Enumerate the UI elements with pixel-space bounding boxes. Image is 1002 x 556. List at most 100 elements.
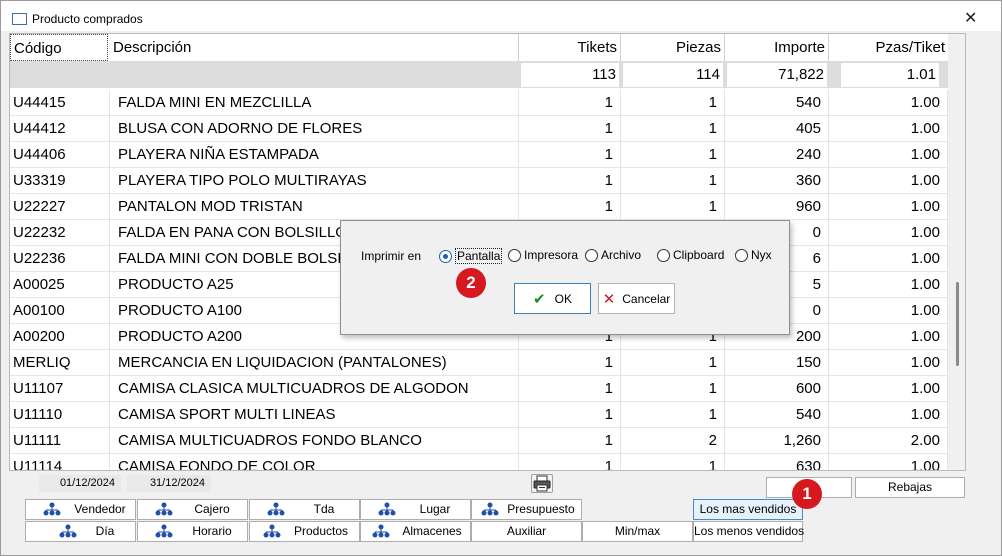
total-piezas: 114	[623, 63, 723, 87]
col-header-importe[interactable]: Importe	[725, 34, 829, 61]
table-row[interactable]: U44415 FALDA MINI EN MEZCLILLA 1 1 540 1…	[10, 90, 948, 116]
print-dialog: Imprimir en Pantalla Impresora Archivo C…	[340, 220, 790, 335]
cell-pzas-tiket: 2.00	[829, 428, 948, 454]
cell-codigo: A00200	[10, 324, 110, 350]
radio-pantalla[interactable]: Pantalla	[439, 248, 503, 264]
cell-codigo: U44406	[10, 142, 110, 168]
col-header-codigo[interactable]: Código	[10, 34, 108, 61]
cell-codigo: U11111	[10, 428, 110, 454]
scrollbar-thumb[interactable]	[956, 282, 959, 366]
radio-dot	[735, 248, 748, 262]
cell-piezas: 1	[621, 90, 725, 116]
annotation-badge-2: 2	[456, 268, 486, 298]
horario-label: Horario	[192, 524, 232, 538]
cell-piezas: 1	[621, 454, 725, 470]
vendedor-button[interactable]: Vendedor	[25, 499, 136, 520]
total-pzas-tiket: 1.01	[841, 63, 939, 87]
cell-pzas-tiket: 1.00	[829, 350, 948, 376]
close-icon[interactable]: ✕	[964, 8, 977, 28]
col-header-descripcion[interactable]: Descripción	[110, 34, 519, 61]
table-row[interactable]: U11111 CAMISA MULTICUADROS FONDO BLANCO …	[10, 428, 948, 454]
cell-codigo: U22236	[10, 246, 110, 272]
radio-impresora[interactable]: Impresora	[508, 248, 578, 262]
table-row[interactable]: U11110 CAMISA SPORT MULTI LINEAS 1 1 540…	[10, 402, 948, 428]
table-row[interactable]: U11107 CAMISA CLASICA MULTICUADROS DE AL…	[10, 376, 948, 402]
radio-dot	[585, 248, 598, 262]
cell-tikets: 1	[519, 376, 621, 402]
cancel-button[interactable]: ✕ Cancelar	[598, 283, 675, 314]
cell-importe: 1,260	[725, 428, 829, 454]
dia-label: Día	[95, 524, 115, 538]
tda-button[interactable]: Tda	[249, 499, 360, 520]
col-header-tikets[interactable]: Tikets	[519, 34, 621, 61]
print-button[interactable]	[531, 474, 553, 493]
table-row[interactable]: U44412 BLUSA CON ADORNO DE FLORES 1 1 40…	[10, 116, 948, 142]
cell-piezas: 1	[621, 402, 725, 428]
date-from-field[interactable]: 01/12/2024	[39, 475, 121, 492]
cell-descripcion: PLAYERA NIÑA ESTAMPADA	[110, 142, 519, 168]
lugar-button[interactable]: Lugar	[360, 499, 471, 520]
cell-importe: 405	[725, 116, 829, 142]
cell-codigo: MERLIQ	[10, 350, 110, 376]
radio-nyx[interactable]: Nyx	[735, 248, 772, 262]
cell-descripcion: FALDA MINI EN MEZCLILLA	[110, 90, 519, 116]
tda-label: Tda	[313, 502, 335, 516]
almacenes-label: Almacenes	[402, 524, 462, 538]
cell-importe: 960	[725, 194, 829, 220]
almacenes-button[interactable]: Almacenes	[360, 521, 471, 542]
cell-tikets: 1	[519, 350, 621, 376]
cell-descripcion: BLUSA CON ADORNO DE FLORES	[110, 116, 519, 142]
productos-button[interactable]: Productos	[249, 521, 360, 542]
hierarchy-icon	[267, 502, 285, 516]
cell-pzas-tiket: 1.00	[829, 324, 948, 350]
date-to-field[interactable]: 31/12/2024	[127, 475, 211, 492]
cell-pzas-tiket: 1.00	[829, 402, 948, 428]
printer-icon	[533, 475, 551, 492]
menos-vendidos-button[interactable]: Los menos vendidos	[693, 521, 804, 542]
cell-pzas-tiket: 1.00	[829, 90, 948, 116]
cell-descripcion: MERCANCIA EN LIQUIDACION (PANTALONES)	[110, 350, 519, 376]
cell-tikets: 1	[519, 428, 621, 454]
mas-vendidos-button[interactable]: Los mas vendidos	[693, 499, 803, 520]
cell-pzas-tiket: 1.00	[829, 116, 948, 142]
auxiliar-button[interactable]: Auxiliar	[471, 521, 582, 542]
cell-tikets: 1	[519, 402, 621, 428]
cell-importe: 540	[725, 402, 829, 428]
cell-codigo: U44412	[10, 116, 110, 142]
horario-button[interactable]: Horario	[137, 521, 248, 542]
col-header-piezas[interactable]: Piezas	[621, 34, 725, 61]
cell-codigo: U22227	[10, 194, 110, 220]
table-row[interactable]: U44406 PLAYERA NIÑA ESTAMPADA 1 1 240 1.…	[10, 142, 948, 168]
ok-button[interactable]: ✔ OK	[514, 283, 591, 314]
lugar-label: Lugar	[419, 502, 451, 516]
radio-archivo[interactable]: Archivo	[585, 248, 641, 262]
table-row[interactable]: U22227 PANTALON MOD TRISTAN 1 1 960 1.00	[10, 194, 948, 220]
hierarchy-icon	[263, 524, 281, 538]
hierarchy-icon	[481, 502, 499, 516]
cell-piezas: 1	[621, 168, 725, 194]
hierarchy-icon	[43, 502, 61, 516]
radio-dot	[657, 248, 670, 262]
radio-clipboard[interactable]: Clipboard	[657, 248, 724, 262]
cell-pzas-tiket: 1.00	[829, 454, 948, 470]
cajero-button[interactable]: Cajero	[137, 499, 248, 520]
table-row[interactable]: U11114 CAMISA FONDO DE COLOR 1 1 630 1.0…	[10, 454, 948, 470]
table-row[interactable]: MERLIQ MERCANCIA EN LIQUIDACION (PANTALO…	[10, 350, 948, 376]
cell-codigo: A00100	[10, 298, 110, 324]
minmax-button[interactable]: Min/max	[582, 521, 693, 542]
cajero-label: Cajero	[194, 502, 230, 516]
cell-descripcion: PANTALON MOD TRISTAN	[110, 194, 519, 220]
col-header-pzas-tiket[interactable]: Pzas/Tiket	[829, 34, 948, 61]
print-destination-label: Imprimir en	[361, 249, 422, 263]
report-window: Producto comprados ✕ Código Descripción …	[0, 0, 1002, 556]
dia-button[interactable]: Día	[25, 521, 136, 542]
presupuesto-button[interactable]: Presupuesto	[471, 499, 582, 520]
vertical-scrollbar[interactable]	[948, 34, 965, 470]
cell-pzas-tiket: 1.00	[829, 220, 948, 246]
cell-pzas-tiket: 1.00	[829, 194, 948, 220]
table-row[interactable]: U33319 PLAYERA TIPO POLO MULTIRAYAS 1 1 …	[10, 168, 948, 194]
cell-codigo: U44415	[10, 90, 110, 116]
cell-importe: 540	[725, 90, 829, 116]
rebajas-button[interactable]: Rebajas	[855, 477, 965, 498]
cell-descripcion: PLAYERA TIPO POLO MULTIRAYAS	[110, 168, 519, 194]
